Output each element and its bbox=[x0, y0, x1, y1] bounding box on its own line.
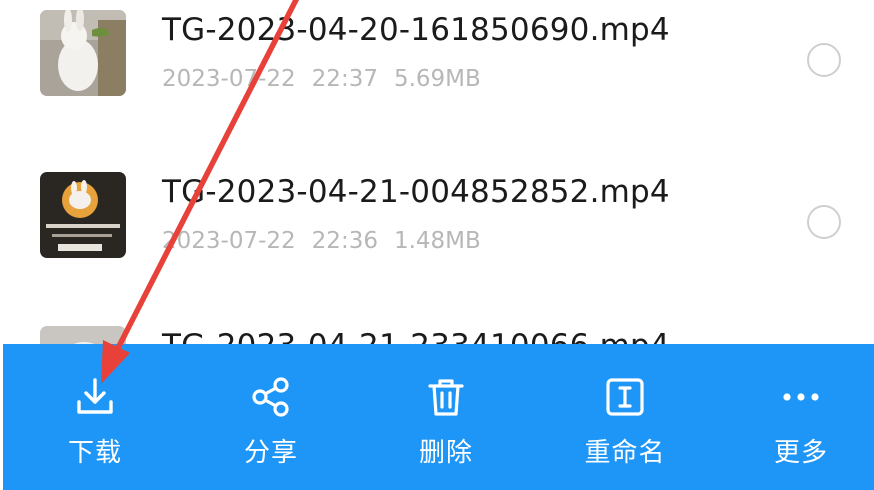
delete-label: 删除 bbox=[418, 438, 473, 468]
file-size: 1.48MB bbox=[393, 228, 481, 254]
file-size: 5.69MB bbox=[393, 66, 481, 92]
select-radio[interactable] bbox=[807, 43, 841, 77]
delete-button[interactable]: 删除 bbox=[376, 344, 516, 490]
rename-label: 重命名 bbox=[584, 438, 666, 468]
share-button[interactable]: 分享 bbox=[201, 344, 341, 490]
file-name: TG-2023-04-20-161850690.mp4 bbox=[162, 12, 670, 48]
file-list-item[interactable]: TG-2023-04-20-161850690.mp4 2023-07-22 22… bbox=[0, 0, 874, 120]
select-radio[interactable] bbox=[807, 205, 841, 239]
more-icon bbox=[783, 393, 819, 401]
file-time: 22:36 bbox=[311, 228, 378, 254]
rename-icon bbox=[606, 378, 644, 416]
bottom-action-bar: 下载 分享 删除 重命名 更多 bbox=[3, 344, 874, 490]
share-icon bbox=[252, 377, 289, 417]
file-meta: 2023-07-22 22:37 5.69MB bbox=[162, 66, 497, 92]
file-date: 2023-07-22 bbox=[162, 228, 296, 254]
share-label: 分享 bbox=[243, 438, 298, 468]
more-label: 更多 bbox=[773, 438, 828, 468]
download-button[interactable]: 下载 bbox=[25, 344, 165, 490]
file-name: TG-2023-04-21-004852852.mp4 bbox=[162, 174, 670, 210]
file-date: 2023-07-22 bbox=[162, 66, 296, 92]
file-meta: 2023-07-22 22:36 1.48MB bbox=[162, 228, 497, 254]
file-browser-screen: TG-2023-04-20-161850690.mp4 2023-07-22 22… bbox=[0, 0, 874, 490]
video-thumbnail bbox=[40, 10, 126, 96]
more-button[interactable]: 更多 bbox=[731, 344, 871, 490]
rename-button[interactable]: 重命名 bbox=[555, 344, 695, 490]
download-icon bbox=[77, 378, 113, 414]
video-thumbnail bbox=[40, 172, 126, 258]
download-label: 下载 bbox=[67, 438, 122, 468]
file-list-item[interactable]: TG-2023-04-21-004852852.mp4 2023-07-22 22… bbox=[0, 132, 874, 282]
trash-icon bbox=[428, 379, 464, 416]
file-time: 22:37 bbox=[311, 66, 378, 92]
